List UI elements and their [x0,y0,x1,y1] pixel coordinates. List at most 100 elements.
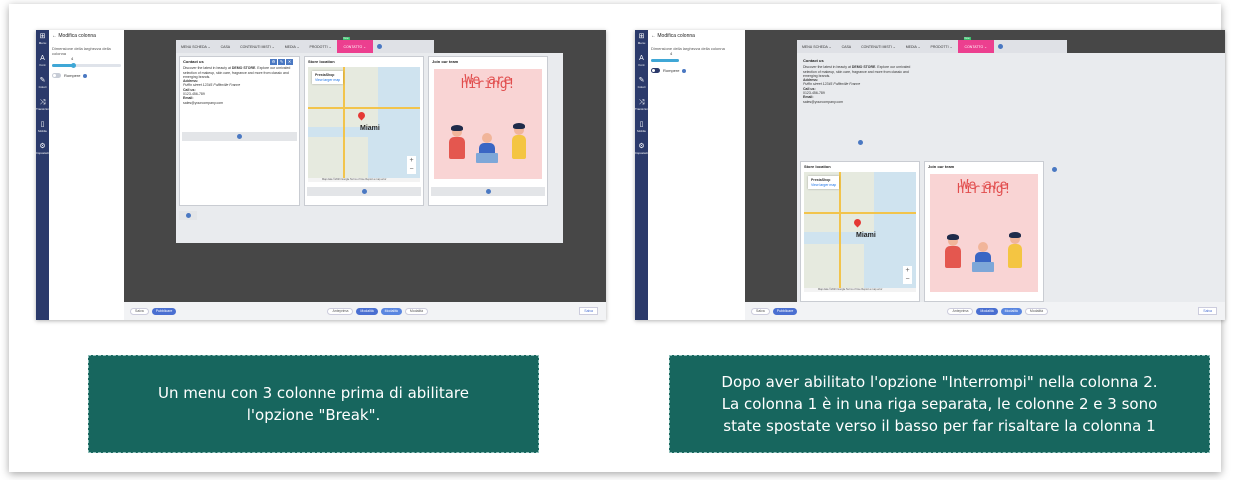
add-icon[interactable] [237,134,242,139]
add-column-bar[interactable] [1049,165,1059,174]
save-button[interactable]: Salva [579,307,599,315]
map-zoom-controls[interactable]: + − [903,266,912,284]
menu-tool[interactable]: ⊞ Menu [36,30,49,52]
add-column-icon[interactable] [185,213,191,218]
tool-label: Mobile [637,129,646,133]
submenu-body: Contact us Discover the latest in beauty… [797,53,1225,302]
settings-tool[interactable]: ⚙ Impostazioni [36,140,53,162]
add-block-bar[interactable] [182,132,297,141]
menu-tool[interactable]: ⊞ Menu [635,30,648,52]
gear-icon: ⚙ [638,143,645,150]
map-link[interactable]: View larger map [315,78,340,83]
help-icon[interactable] [83,73,88,78]
map-embed[interactable]: Miami PrestaShop View larger map + − Map d… [308,67,420,182]
grid-icon: ⊞ [638,33,645,40]
menu-item[interactable]: PRODOTTI ⌄ [305,45,337,49]
icon-sidebar: ⊞ Menu A Font ✎ Colori ⤨ Transizione ▯ Mobile… [36,30,53,320]
width-slider[interactable] [52,63,121,68]
zoom-in-icon[interactable]: + [407,156,416,165]
mobile-tool[interactable]: ▯ Mobile [635,118,648,140]
font-icon: A [40,55,45,62]
panel-title[interactable]: ← Modifica colonna [49,30,124,42]
publish-button[interactable]: Pubblicare [772,307,798,315]
mode-button[interactable]: Modalità [380,307,402,315]
add-block-bar[interactable] [307,187,421,196]
map-footer: Map data ©2023 Google Terms of Use Repor… [308,178,420,182]
submenu-body: ⚙ ✎ ✕ Contact us Discover the latest in be… [176,53,563,243]
font-tool[interactable]: A Font [36,52,49,74]
caption-before-text: Un menu con 3 colonne prima di abilitare… [158,384,469,424]
break-toggle[interactable] [52,73,61,78]
preview-button[interactable]: Anteprima [947,307,974,315]
menu-item-contact[interactable]: New CONTATTO ⌄ [957,37,995,53]
column-team[interactable]: Join our team We are hiring! [924,161,1044,302]
map-zoom-controls[interactable]: + − [407,156,416,174]
menu-item[interactable]: CONTENUTI MISTI ⌄ [856,45,901,49]
break-toggle[interactable] [651,68,660,73]
help-icon[interactable] [682,68,687,73]
zoom-in-icon[interactable]: + [903,266,912,275]
zoom-out-icon[interactable]: − [903,275,912,284]
save-draft-button[interactable]: Salva [130,307,149,315]
edit-mode-button[interactable]: Modalità [976,307,998,315]
preview-button[interactable]: Anteprima [327,307,354,315]
map-footer: Map data ©2023 Google Terms of Use Repor… [804,288,916,292]
menu-item[interactable]: CASA [216,45,236,49]
transition-tool[interactable]: ⤨ Transizione [36,96,51,118]
add-menu-icon[interactable] [998,44,1004,49]
menu-bar: MENU SCHEDA ⌄ CASA CONTENUTI MISTI ⌄ MED… [176,37,434,53]
edit-icon[interactable]: ✎ [278,59,285,65]
team-title: Join our team [928,164,955,169]
column-team[interactable]: Join our team We are hiring! [428,56,548,206]
add-block-bar[interactable] [802,138,918,147]
width-slider[interactable] [651,59,679,62]
column-store[interactable]: Store location Miami PrestaShop View larg… [800,161,920,302]
map-link[interactable]: View larger map [811,183,836,188]
publish-button[interactable]: Pubblicare [151,307,177,315]
menu-item[interactable]: PRODOTTI ⌄ [926,45,958,49]
menu-item[interactable]: MENU SCHEDA ⌄ [176,45,216,49]
add-column-bar[interactable] [179,211,197,220]
column-contact[interactable]: ⚙ ✎ ✕ Contact us Discover the latest in be… [179,56,300,206]
add-icon[interactable] [857,140,863,145]
settings-tool[interactable]: ⚙ Impostazioni [635,140,652,162]
font-tool[interactable]: A Font [635,52,648,74]
menu-item[interactable]: CASA [837,45,857,49]
color-tool[interactable]: ✎ Colori [635,74,648,96]
menu-item[interactable]: MEDIA ⌄ [901,45,926,49]
delete-icon[interactable]: ✕ [286,59,293,65]
mode-button[interactable]: Modalità [404,307,429,315]
mobile-tool[interactable]: ▯ Mobile [36,118,49,140]
column-store[interactable]: Store location Miami PrestaShop View larg… [304,56,424,206]
edit-mode-button[interactable]: Modalità [356,307,378,315]
add-block-bar[interactable] [431,187,545,196]
menu-item[interactable]: MEDIA ⌄ [280,45,305,49]
break-toggle-row: Rompere [648,65,745,76]
mode-button[interactable]: Modalità [1024,307,1049,315]
new-badge: New [963,37,971,40]
add-icon[interactable] [485,189,491,194]
contact-description: Discover the latest in beauty at DEMO ST… [183,66,291,79]
save-draft-button[interactable]: Salva [751,307,770,315]
menu-item-contact[interactable]: New CONTATTO ⌄ [336,37,374,53]
shuffle-icon: ⤨ [638,99,645,106]
map-embed[interactable]: Miami PrestaShop View larger map + − Map d… [804,172,916,292]
page: ⊞ Menu A Font ✎ Colori ⤨ Transizione ▯ Mobile… [0,0,1233,480]
mode-button[interactable]: Modalità [1000,307,1022,315]
save-button[interactable]: Salva [1198,307,1218,315]
settings-icon[interactable]: ⚙ [270,59,277,65]
panel-title[interactable]: ← Modifica colonna [648,30,745,42]
zoom-out-icon[interactable]: − [407,165,416,174]
column-contact[interactable]: Contact us Discover the latest in beauty… [800,56,920,156]
slider-handle[interactable] [71,63,77,68]
gear-icon: ⚙ [39,143,46,150]
add-column-icon[interactable] [1051,167,1057,172]
color-tool[interactable]: ✎ Colori [36,74,49,96]
tool-label: Colori [637,85,646,89]
brush-icon: ✎ [39,77,46,84]
add-menu-icon[interactable] [377,44,383,49]
add-icon[interactable] [361,189,367,194]
transition-tool[interactable]: ⤨ Transizione [635,96,650,118]
menu-item[interactable]: CONTENUTI MISTI ⌄ [235,45,280,49]
menu-item[interactable]: MENU SCHEDA ⌄ [797,45,837,49]
